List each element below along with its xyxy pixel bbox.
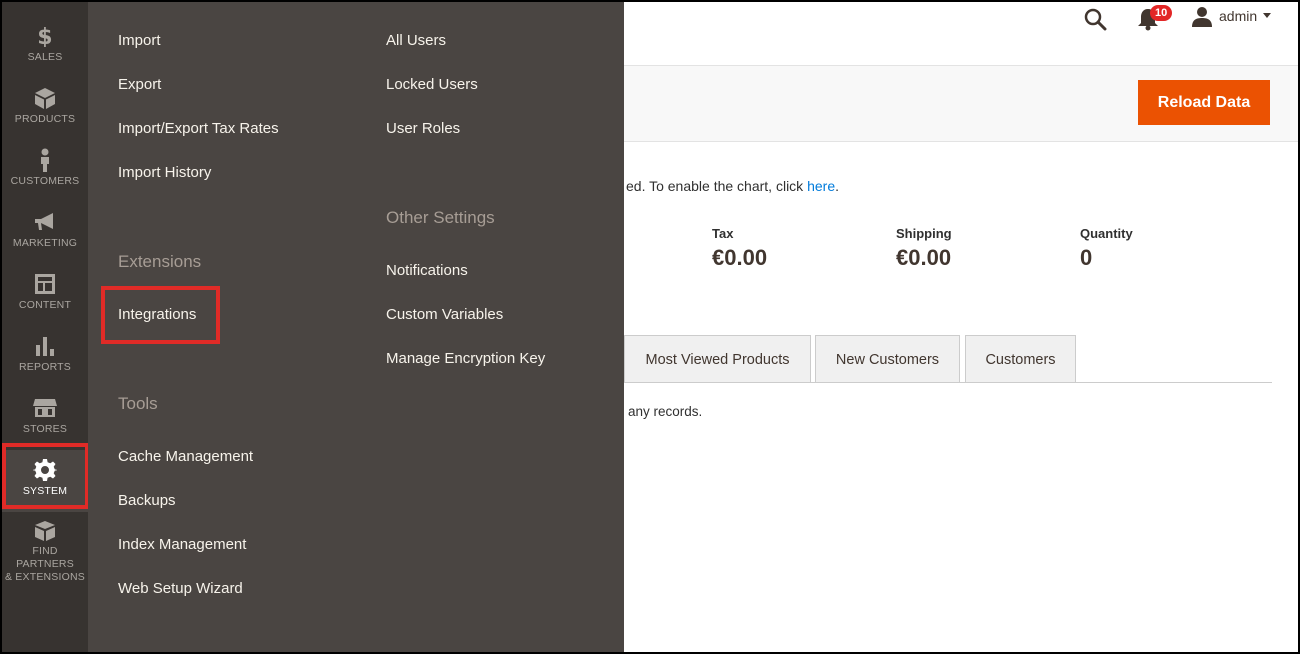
sidebar-item-system[interactable]: SYSTEM (2, 450, 88, 512)
empty-records-message: any records. (628, 404, 703, 419)
sidebar-item-label: SYSTEM (22, 485, 68, 497)
menu-item-notifications[interactable]: Notifications (386, 262, 468, 279)
chevron-down-icon[interactable] (1263, 13, 1271, 18)
sidebar-item-reports[interactable]: REPORTS (2, 326, 88, 388)
store-icon (32, 396, 58, 420)
notice-end: . (835, 178, 839, 194)
sidebar-item-products[interactable]: PRODUCTS (2, 78, 88, 140)
sidebar-item-sales[interactable]: $ SALES (2, 16, 88, 78)
sidebar-item-marketing[interactable]: MARKETING (2, 202, 88, 264)
sidebar-item-stores[interactable]: STORES (2, 388, 88, 450)
stat-value: €0.00 (896, 245, 952, 270)
sidebar-item-label: MARKETING (12, 237, 78, 249)
sidebar-item-customers[interactable]: CUSTOMERS (2, 140, 88, 202)
menu-item-import[interactable]: Import (118, 32, 161, 49)
tab-most-viewed-products[interactable]: Most Viewed Products (624, 335, 811, 383)
chart-disabled-notice: ed. To enable the chart, click here. (626, 178, 839, 194)
stat-label: Shipping (896, 226, 952, 241)
sidebar-item-label: CONTENT (18, 299, 72, 311)
user-icon[interactable] (1191, 6, 1213, 33)
sidebar-item-find-partners[interactable]: FIND PARTNERS & EXTENSIONS (2, 512, 88, 583)
megaphone-icon (33, 210, 57, 234)
tab-new-customers[interactable]: New Customers (815, 335, 960, 383)
stat-value: €0.00 (712, 245, 768, 270)
dollar-icon: $ (37, 24, 53, 48)
sidebar-item-label: REPORTS (19, 361, 71, 373)
gear-icon (33, 458, 57, 482)
menu-item-custom-variables[interactable]: Custom Variables (386, 306, 503, 323)
menu-item-integrations[interactable]: Integrations (118, 306, 196, 323)
layout-icon (34, 272, 56, 296)
menu-item-locked-users[interactable]: Locked Users (386, 76, 478, 93)
section-heading-tools: Tools (118, 394, 158, 413)
admin-window: 10 admin Reload Data ed. To enable the c… (0, 0, 1300, 654)
sidebar-item-label-line2: & EXTENSIONS (4, 571, 85, 583)
stat-label: Tax (712, 226, 734, 241)
menu-item-web-setup-wizard[interactable]: Web Setup Wizard (118, 580, 243, 597)
menu-item-import-history[interactable]: Import History (118, 164, 211, 181)
section-heading-other-settings: Other Settings (386, 208, 495, 227)
menu-item-cache-management[interactable]: Cache Management (118, 448, 253, 465)
user-menu[interactable]: admin (1219, 8, 1257, 24)
stat-quantity: Quantity 0 (1080, 226, 1133, 271)
enable-chart-link[interactable]: here (807, 178, 835, 194)
blocks-icon (33, 520, 57, 542)
notice-text: ed. To enable the chart, click (626, 178, 808, 194)
notification-count-badge: 10 (1150, 5, 1173, 21)
tabs-divider (624, 382, 1272, 383)
section-heading-extensions: Extensions (118, 252, 202, 271)
search-icon[interactable] (1083, 7, 1107, 36)
admin-sidebar: $ SALES PRODUCTS CUSTOMERS MARKETING CON… (2, 2, 88, 652)
menu-item-export[interactable]: Export (118, 76, 161, 93)
sidebar-item-label: PRODUCTS (14, 113, 76, 125)
cube-icon (34, 86, 56, 110)
person-icon (38, 148, 52, 172)
menu-item-all-users[interactable]: All Users (386, 32, 446, 49)
menu-item-backups[interactable]: Backups (118, 492, 176, 509)
sidebar-item-label: CUSTOMERS (10, 175, 80, 187)
reload-data-button[interactable]: Reload Data (1138, 80, 1270, 125)
stat-shipping: Shipping €0.00 (896, 226, 952, 271)
svg-text:$: $ (37, 25, 53, 47)
sidebar-item-label-line1: FIND PARTNERS (16, 545, 74, 570)
stat-value: 0 (1080, 245, 1093, 270)
sidebar-item-label: STORES (22, 423, 68, 435)
bar-chart-icon (34, 334, 56, 358)
system-flyout-menu: Import Export Import/Export Tax Rates Im… (88, 2, 624, 652)
menu-item-user-roles[interactable]: User Roles (386, 120, 460, 137)
stat-tax: Tax €0.00 (712, 226, 767, 271)
menu-item-manage-encryption-key[interactable]: Manage Encryption Key (386, 350, 545, 367)
menu-item-import-export-tax-rates[interactable]: Import/Export Tax Rates (118, 120, 279, 137)
stat-label: Quantity (1080, 226, 1133, 241)
sidebar-item-label: SALES (27, 51, 63, 63)
menu-item-index-management[interactable]: Index Management (118, 536, 246, 553)
sidebar-item-content[interactable]: CONTENT (2, 264, 88, 326)
tab-customers[interactable]: Customers (965, 335, 1076, 383)
